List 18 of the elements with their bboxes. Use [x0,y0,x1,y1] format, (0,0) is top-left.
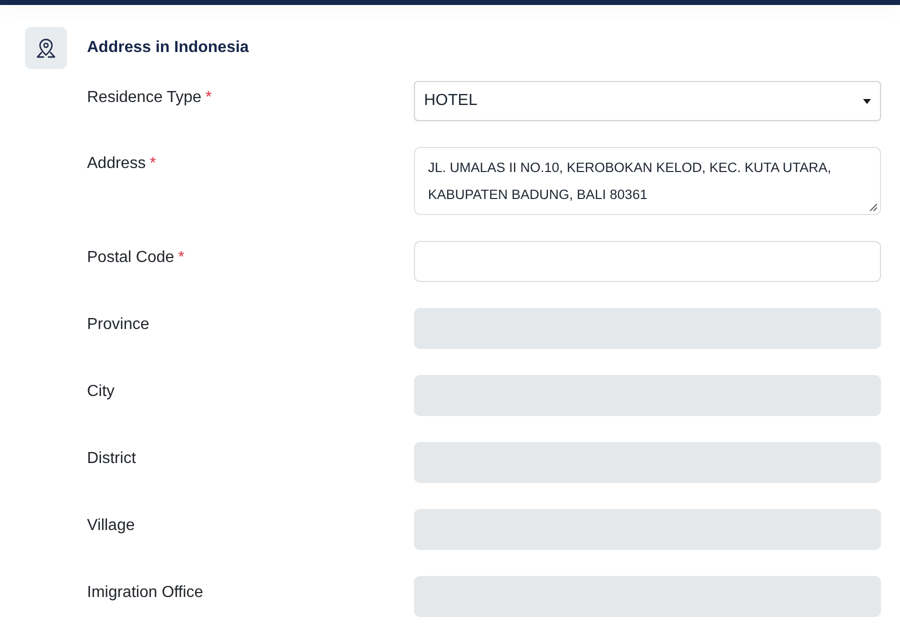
field-label: Imigration Office [87,584,204,601]
field-label: Village [87,517,135,534]
field-label: Residence Type [87,89,202,106]
field-label: Postal Code [87,249,174,266]
select-field[interactable]: HOTEL [414,81,881,121]
field-label: Province [87,316,150,333]
field-label: District [87,450,136,467]
input-field[interactable] [414,241,881,282]
field-label: City [87,383,115,400]
section-title: Address in Indonesia [87,38,249,58]
required-asterisk: * [178,249,184,266]
caret-icon [863,98,871,104]
map-pin-icon [25,27,67,69]
required-asterisk: * [205,89,212,106]
textarea-field[interactable]: JL. UMALAS II NO.10, KEROBOKAN KELOD, KEC. KUTA UTARA, KABUPATEN BADUNG, BALI 80361 [414,147,881,215]
resize-handle-icon[interactable] [869,203,877,211]
required-asterisk: * [150,155,156,172]
field-label: Address [87,155,146,172]
